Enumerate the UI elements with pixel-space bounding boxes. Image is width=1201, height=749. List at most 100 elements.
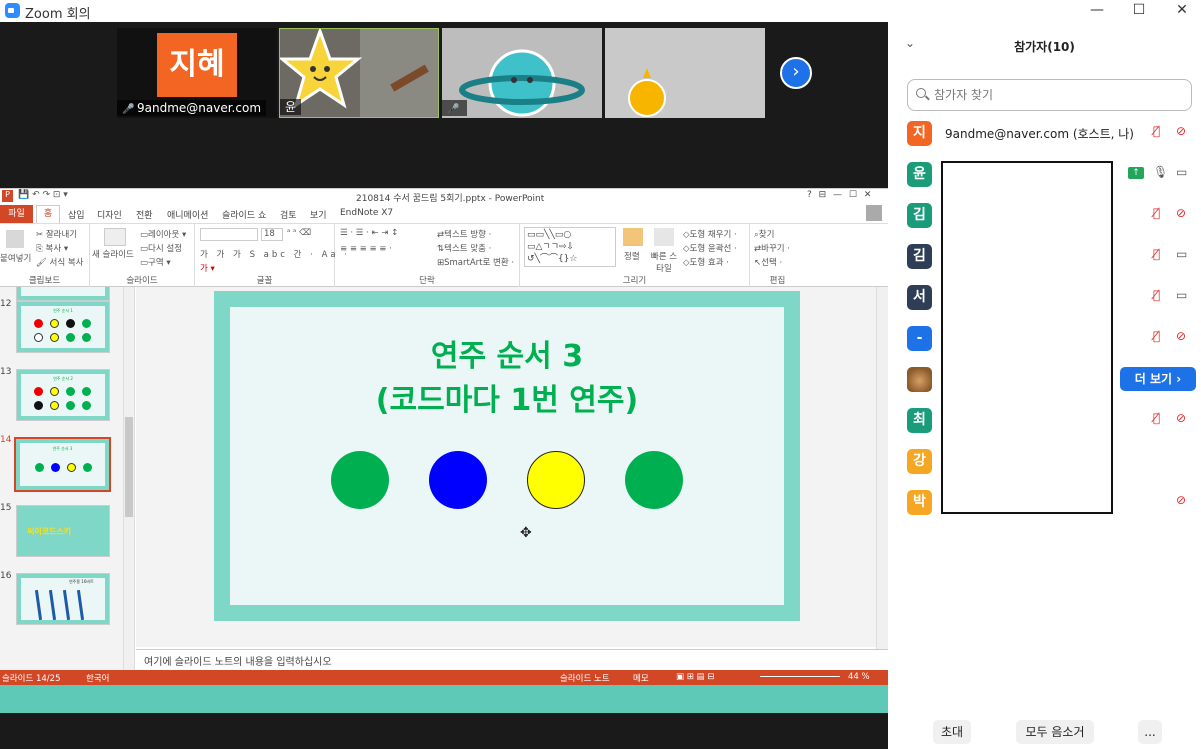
shape-effects-button[interactable]: ◇도형 효과 · — [683, 256, 729, 268]
video-tile[interactable]: 🎤 — [442, 28, 602, 118]
text-direction-button[interactable]: ⇄텍스트 방향 · — [437, 228, 491, 240]
slide-thumbnail[interactable]: 씨이코드스키 — [16, 505, 110, 557]
user-avatar[interactable] — [866, 205, 882, 221]
dot — [34, 401, 43, 410]
participant-avatar: 김 — [907, 244, 932, 269]
quick-styles-button[interactable]: 빠른 스타일 — [648, 250, 680, 274]
layout-button[interactable]: ▭레이아웃 ▾ — [140, 228, 186, 240]
slide-number: 13 — [0, 367, 12, 377]
chord-line — [34, 589, 43, 621]
participant-search-input[interactable]: 참가자 찾기 — [907, 79, 1192, 111]
green-circle[interactable] — [625, 451, 683, 509]
ppt-window-controls[interactable]: ? ⊟ — ☐ ✕ — [807, 190, 873, 200]
new-slide-button[interactable]: 새 슬라이드 — [92, 248, 134, 260]
scroll-thumb[interactable] — [125, 417, 133, 517]
smartart-button[interactable]: ⊞SmartArt로 변환 · — [437, 256, 514, 268]
tab-home[interactable]: 홈 — [36, 205, 60, 223]
list-buttons[interactable]: ☰ · ☰ · ⇤ ⇥ ↕ — [340, 228, 398, 238]
section-button[interactable]: ▭구역 ▾ — [140, 256, 171, 268]
font-color-button[interactable]: 가 ▾ — [200, 262, 215, 274]
shape-outline-button[interactable]: ◇도형 윤곽선 · — [683, 242, 737, 254]
tab-transitions[interactable]: 전환 — [136, 208, 153, 221]
paste-button[interactable]: 붙여넣기 — [0, 252, 31, 264]
slide-number: 14 — [0, 435, 12, 445]
next-page-button[interactable]: › — [780, 57, 812, 89]
video-tile[interactable] — [605, 28, 765, 118]
more-button[interactable]: 더 보기 › — [1120, 367, 1196, 391]
tab-endnote[interactable]: EndNote X7 — [340, 208, 393, 218]
invite-button[interactable]: 초대 — [933, 720, 971, 744]
tab-insert[interactable]: 삽입 — [68, 208, 85, 221]
tab-view[interactable]: 보기 — [310, 208, 327, 221]
arrange-button[interactable]: 정렬 — [624, 250, 640, 262]
slide-scrollbar[interactable] — [876, 287, 888, 670]
participant-row[interactable]: 지혜 9andme@naver.com (호스트, 나) 🎙̸ ⊘ — [888, 121, 1201, 166]
font-style-buttons[interactable]: 가 가 가 S abc 간 · Aa · — [200, 248, 350, 260]
select-button[interactable]: ↖선택 · — [754, 256, 782, 268]
replace-label: 바꾸기 — [761, 244, 785, 254]
font-size-buttons[interactable]: ᵃ ᵃ ⌫ — [287, 228, 311, 238]
thumbnail-scrollbar[interactable] — [123, 287, 134, 670]
font-size-select[interactable]: 18 — [261, 228, 283, 241]
paste-icon[interactable] — [6, 230, 24, 248]
more-options-button[interactable]: ... — [1138, 720, 1162, 744]
paragraph-group: ☰ · ☰ · ⇤ ⇥ ↕ ≡ ≡ ≡ ≡ ≡ · ⇄텍스트 방향 · ⇅텍스트… — [335, 224, 520, 288]
align-buttons[interactable]: ≡ ≡ ≡ ≡ ≡ · — [340, 244, 392, 254]
tab-file[interactable]: 파일 — [0, 205, 33, 223]
shape-fill-button[interactable]: ◇도형 채우기 · — [683, 228, 737, 240]
slide-thumbnails: 12 연주 순서 1 13 연주 순서 2 14 연주 순서 3 15 씨이코드… — [0, 287, 135, 670]
copy-button[interactable]: ⎘ 복사 ▾ — [36, 242, 68, 254]
yellow-circle[interactable] — [527, 451, 585, 509]
mute-all-button[interactable]: 모두 음소거 — [1016, 720, 1094, 744]
dot — [66, 387, 75, 396]
slide-thumbnail-selected[interactable]: 연주 순서 3 — [14, 437, 111, 492]
video-tile[interactable]: 윤 — [279, 28, 439, 118]
minimize-button[interactable]: — — [1085, 1, 1109, 19]
comments-button[interactable]: 메모 — [633, 672, 649, 684]
shapes-gallery[interactable]: ▭▭╲╲▭○ ▭△ㄱㄱ⇨⇩ ↺╲⌒⌒{}☆ — [524, 227, 616, 267]
clipboard-label: 클립보드 — [28, 276, 61, 286]
ppt-titlebar: P 💾 ↶ ↷ ⊡ ▾ 210814 수서 꿈드림 5회기.pptx - Pow… — [0, 189, 888, 205]
notes-pane[interactable]: 여기에 슬라이드 노트의 내용을 입력하십시오 — [136, 649, 888, 670]
zoom-logo-icon — [5, 3, 20, 18]
format-label: 서식 복사 — [49, 258, 84, 268]
tab-animations[interactable]: 애니메이션 — [167, 208, 208, 221]
replace-button[interactable]: ⇄바꾸기 · — [754, 242, 790, 254]
thumb-title: 씨이코드스키 — [27, 527, 72, 536]
format-painter-button[interactable]: 🖌 서식 복사 — [36, 256, 83, 268]
green-circle[interactable] — [331, 451, 389, 509]
participant-avatar: - — [907, 326, 932, 351]
reset-button[interactable]: ▭다시 설정 — [140, 242, 182, 254]
participant-avatar: 지혜 — [157, 33, 237, 97]
dot — [82, 387, 91, 396]
font-label: 글꼴 — [256, 276, 273, 286]
cut-button[interactable]: ✂ 잘라내기 — [36, 228, 77, 240]
new-slide-icon[interactable] — [104, 228, 126, 246]
arrange-icon[interactable] — [623, 228, 643, 246]
select-label: 선택 — [761, 258, 777, 268]
slide-thumbnail[interactable]: 연주 순서 2 — [16, 369, 110, 421]
tab-slideshow[interactable]: 슬라이드 쇼 — [222, 208, 266, 221]
slide[interactable]: 연주 순서 3 (코드마다 1번 연주) — [214, 291, 800, 621]
slide-thumbnail[interactable]: 연주 순서 1 — [16, 301, 110, 353]
quick-styles-icon[interactable] — [654, 228, 674, 246]
slide-thumbnail[interactable] — [16, 287, 110, 301]
text-dir-label: 텍스트 방향 — [444, 230, 486, 240]
camera-off-icon: ⊘ — [1176, 124, 1187, 138]
tab-review[interactable]: 검토 — [280, 208, 297, 221]
blue-circle[interactable] — [429, 451, 487, 509]
font-family-select[interactable] — [200, 228, 258, 241]
close-button[interactable]: ✕ — [1170, 1, 1194, 19]
slide-thumbnail[interactable]: 연주용 16비트 — [16, 573, 110, 625]
zoom-slider[interactable] — [760, 676, 840, 677]
video-tile[interactable]: 지혜 🎤 9andme@naver.com — [117, 28, 277, 118]
align-text-button[interactable]: ⇅텍스트 맞춤 · — [437, 242, 491, 254]
view-buttons[interactable]: ▣ ⊞ ▤ ⊟ — [676, 672, 714, 682]
quick-access-icons[interactable]: 💾 ↶ ↷ ⊡ ▾ — [18, 190, 68, 200]
find-button[interactable]: ⌕찾기 — [754, 228, 774, 240]
notes-button[interactable]: 슬라이드 노트 — [560, 672, 610, 684]
tab-design[interactable]: 디자인 — [97, 208, 122, 221]
sun-sticker-icon — [605, 28, 765, 118]
maximize-button[interactable]: ☐ — [1127, 1, 1151, 19]
window-title: Zoom 회의 — [25, 7, 91, 22]
